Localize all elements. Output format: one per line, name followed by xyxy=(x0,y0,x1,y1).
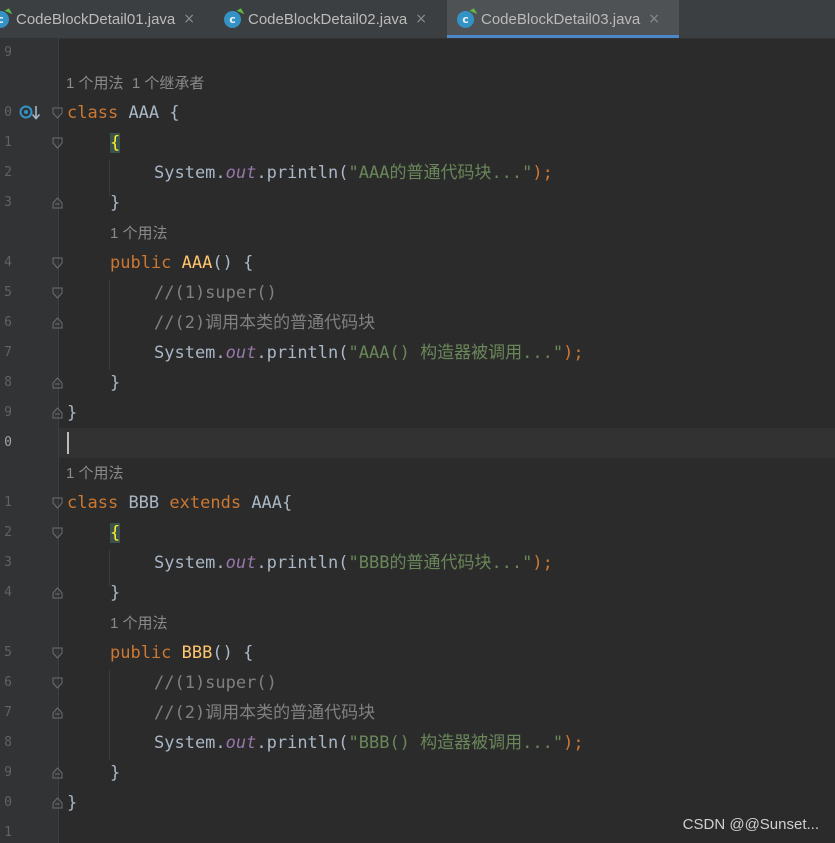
line-number: 3 xyxy=(4,555,12,570)
usages-hint[interactable]: 1 个用法 xyxy=(110,609,168,639)
line-number: 5 xyxy=(4,645,12,660)
line-number-current: 0 xyxy=(4,435,12,450)
string-literal: "AAA的普通代码块..." xyxy=(348,163,533,183)
usages-hint[interactable]: 1 个用法 1 个继承者 xyxy=(66,69,204,99)
line-number: 9 xyxy=(4,45,12,60)
code-comment[interactable]: //(2)调用本类的普通代码块 xyxy=(154,308,375,338)
keyword: class xyxy=(67,103,119,123)
line-number: 7 xyxy=(4,705,12,720)
code-line-ctor-close[interactable]: } xyxy=(110,368,120,398)
usages-hint[interactable]: 1 个用法 xyxy=(66,459,124,489)
code-line-class-aaa[interactable]: class AAA { xyxy=(67,98,180,128)
editor-tab-bar: c CodeBlockDetail01.java × c CodeBlockDe… xyxy=(0,0,835,39)
fold-toggle-icon[interactable] xyxy=(52,677,63,689)
code-line-class-close[interactable]: } xyxy=(67,788,77,818)
code-line-block-open[interactable]: { xyxy=(110,518,121,548)
fold-toggle-icon[interactable] xyxy=(52,647,63,659)
line-number: 0 xyxy=(4,105,12,120)
code-line-class-bbb[interactable]: class BBB extends AAA{ xyxy=(67,488,292,518)
line-number: 2 xyxy=(4,525,12,540)
code-line-class-close[interactable]: } xyxy=(67,398,77,428)
fold-toggle-icon[interactable] xyxy=(52,137,63,149)
class-name: AAA xyxy=(128,103,160,123)
fold-toggle-icon[interactable] xyxy=(52,107,63,119)
java-class-icon: c xyxy=(0,10,9,28)
code-line-println[interactable]: System.out.println("BBB() 构造器被调用..."); xyxy=(154,728,584,758)
fold-end-icon[interactable] xyxy=(52,317,63,329)
fold-end-icon[interactable] xyxy=(52,377,63,389)
fold-end-icon[interactable] xyxy=(52,587,63,599)
indent-guide xyxy=(109,280,110,370)
fold-toggle-icon[interactable] xyxy=(52,287,63,299)
watermark: CSDN @@Sunset... xyxy=(682,816,819,833)
java-class-icon: c xyxy=(224,10,241,28)
matched-brace: { xyxy=(110,133,121,153)
inheritors-hint[interactable]: 1 个继承者 xyxy=(132,75,205,92)
matched-brace: { xyxy=(110,523,121,543)
tab-codeblockdetail02[interactable]: c CodeBlockDetail02.java × xyxy=(224,0,427,38)
tab-label: CodeBlockDetail01.java xyxy=(16,10,176,28)
line-number: 9 xyxy=(4,765,12,780)
tab-codeblockdetail01[interactable]: c CodeBlockDetail01.java × xyxy=(0,0,195,38)
fold-toggle-icon[interactable] xyxy=(52,497,63,509)
current-line-highlight xyxy=(59,428,835,458)
code-line-constructor-bbb[interactable]: public BBB() { xyxy=(110,638,253,668)
fold-toggle-icon[interactable] xyxy=(52,257,63,269)
brace: { xyxy=(169,103,180,123)
line-number: 6 xyxy=(4,675,12,690)
close-icon[interactable]: × xyxy=(415,11,427,27)
code-line-println[interactable]: System.out.println("BBB的普通代码块..."); xyxy=(154,548,553,578)
line-number: 1 xyxy=(4,495,12,510)
string-literal: "AAA() 构造器被调用..." xyxy=(348,343,564,363)
line-number: 9 xyxy=(4,405,12,420)
line-number: 1 xyxy=(4,825,12,840)
fold-toggle-icon[interactable] xyxy=(52,527,63,539)
code-comment[interactable]: //(2)调用本类的普通代码块 xyxy=(154,698,375,728)
code-line-constructor-aaa[interactable]: public AAA() { xyxy=(110,248,253,278)
code-line-block-open[interactable]: { xyxy=(110,128,121,158)
close-icon[interactable]: × xyxy=(648,11,660,27)
fold-end-icon[interactable] xyxy=(52,767,63,779)
code-line-ctor-close[interactable]: } xyxy=(110,758,120,788)
string-literal: "BBB() 构造器被调用..." xyxy=(348,733,564,753)
line-number: 0 xyxy=(4,795,12,810)
code-line-println[interactable]: System.out.println("AAA的普通代码块..."); xyxy=(154,158,553,188)
indent-guide xyxy=(109,670,110,760)
tab-label: CodeBlockDetail03.java xyxy=(481,10,641,28)
line-number: 7 xyxy=(4,345,12,360)
tab-codeblockdetail03[interactable]: c CodeBlockDetail03.java × xyxy=(447,0,679,38)
line-number: 8 xyxy=(4,375,12,390)
line-number: 4 xyxy=(4,255,12,270)
code-line-println[interactable]: System.out.println("AAA() 构造器被调用..."); xyxy=(154,338,584,368)
java-class-icon: c xyxy=(457,10,474,28)
implemented-down-arrow-icon[interactable] xyxy=(19,104,41,122)
line-number: 5 xyxy=(4,285,12,300)
fold-end-icon[interactable] xyxy=(52,197,63,209)
line-number: 2 xyxy=(4,165,12,180)
code-comment[interactable]: //(1)super() xyxy=(154,278,277,308)
fold-end-icon[interactable] xyxy=(52,407,63,419)
line-number: 1 xyxy=(4,135,12,150)
line-number: 4 xyxy=(4,585,12,600)
string-literal: "BBB的普通代码块..." xyxy=(348,553,533,573)
close-icon[interactable]: × xyxy=(183,11,195,27)
fold-end-icon[interactable] xyxy=(52,797,63,809)
line-number: 6 xyxy=(4,315,12,330)
code-comment[interactable]: //(1)super() xyxy=(154,668,277,698)
code-line-block-close[interactable]: } xyxy=(110,578,120,608)
code-line-block-close[interactable]: } xyxy=(110,188,120,218)
usages-hint[interactable]: 1 个用法 xyxy=(110,219,168,249)
line-number: 8 xyxy=(4,735,12,750)
line-number: 3 xyxy=(4,195,12,210)
fold-end-icon[interactable] xyxy=(52,707,63,719)
tab-label: CodeBlockDetail02.java xyxy=(248,10,408,28)
text-caret xyxy=(67,432,69,454)
